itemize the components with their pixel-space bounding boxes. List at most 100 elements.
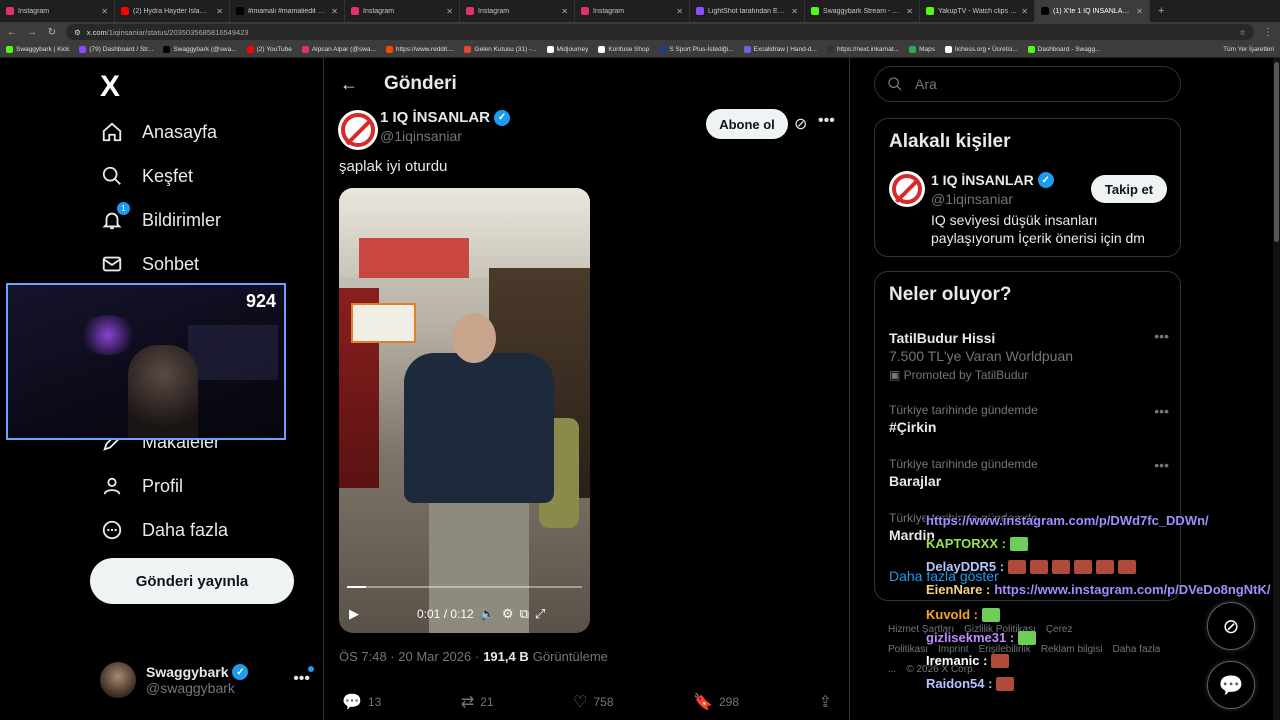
chat-username[interactable]: Iremanic :	[926, 653, 987, 668]
browser-tab[interactable]: (1) X'te 1 IQ İNSANLAR: "şaplak" ✕	[1035, 0, 1150, 22]
browser-tab[interactable]: YakupTV - Watch clips on Kick✕	[920, 0, 1035, 22]
bookmark-item[interactable]: https://www.reddit....	[385, 46, 454, 53]
tab-close-icon[interactable]: ✕	[561, 7, 568, 16]
post-timestamp[interactable]: ÖS 7:48 · 20 Mar 2026 ·	[339, 649, 479, 664]
browser-tab[interactable]: #imamali #mamaliedit #wisdom✕	[230, 0, 345, 22]
back-icon[interactable]: ←	[6, 27, 18, 38]
bookmark-item[interactable]: Alpcan Alpar (@swa...	[301, 46, 376, 53]
bookmark-item[interactable]: Swaggybark (@swa...	[163, 46, 237, 53]
browser-tab[interactable]: Instagram ✕	[0, 0, 115, 22]
trend-item[interactable]: Türkiye tarihinde gündemde #Çirkin •••	[889, 403, 1169, 435]
volume-icon[interactable]: 🔈	[480, 606, 496, 622]
all-bookmarks[interactable]: Tüm Yer İşaretleri	[1223, 46, 1274, 53]
bookmark-item[interactable]: Gelen Kutusu (31) -...	[464, 46, 537, 53]
nav-messages[interactable]: Sohbet	[100, 252, 199, 276]
like-button[interactable]: ♡ 758	[573, 692, 613, 712]
post-author-name[interactable]: 1 IQ İNSANLAR	[380, 109, 490, 126]
related-name[interactable]: 1 IQ İNSANLAR	[931, 172, 1034, 188]
tab-close-icon[interactable]: ✕	[791, 7, 798, 16]
bookmark-star-icon[interactable]: ☆	[1239, 28, 1246, 37]
account-switcher[interactable]: Swaggybark ✓ @swaggybark •••	[100, 662, 320, 698]
chat-link[interactable]: https://www.instagram.com/p/DWd7fc_DDWn/	[926, 513, 1209, 528]
post-author-avatar[interactable]	[338, 110, 378, 150]
chat-username[interactable]: Raidon54 :	[926, 676, 992, 691]
scrollbar-thumb[interactable]	[1274, 62, 1279, 242]
settings-icon[interactable]: ⚙	[502, 606, 514, 622]
messages-fab[interactable]: 💬	[1207, 661, 1255, 709]
browser-tab[interactable]: Swaggybark Stream - Watch Live✕	[805, 0, 920, 22]
tab-close-icon[interactable]: ✕	[906, 7, 913, 16]
nav-profile[interactable]: Profil	[100, 474, 183, 498]
play-icon[interactable]: ▶	[349, 606, 359, 622]
bookmark-item[interactable]: Maps	[909, 46, 935, 53]
tab-close-icon[interactable]: ✕	[1136, 7, 1143, 16]
tab-close-icon[interactable]: ✕	[676, 7, 683, 16]
tab-close-icon[interactable]: ✕	[446, 7, 453, 16]
post-more-icon[interactable]: •••	[818, 112, 835, 130]
video-player[interactable]: ▶ 0:01 / 0:12 🔈 ⚙ ⧉ ⤢	[339, 188, 590, 633]
subscribe-button[interactable]: Abone ol	[706, 109, 788, 139]
bookmark-item[interactable]: Konfuse Shop	[598, 46, 649, 53]
video-progress-bar[interactable]	[347, 586, 582, 588]
nav-home[interactable]: Anasayfa	[100, 120, 217, 144]
chat-username[interactable]: Kuvold :	[926, 607, 978, 622]
chat-link[interactable]: https://www.instagram.com/p/DVeDo8ngNtK/	[994, 582, 1270, 597]
nav-explore[interactable]: Keşfet	[100, 164, 193, 188]
chat-username[interactable]: KAPTORXX :	[926, 536, 1006, 551]
bookmark-item[interactable]: Swaggybark | Kick	[6, 46, 69, 53]
reply-button[interactable]: 💬 13	[342, 692, 381, 712]
tab-close-icon[interactable]: ✕	[101, 7, 108, 16]
chat-username[interactable]: DelayDDR5 :	[926, 559, 1004, 574]
share-button[interactable]: ⇪	[819, 692, 832, 712]
browser-tab[interactable]: (2) Hydra Hayder Islamic Cartoon ✕	[115, 0, 230, 22]
repost-button[interactable]: ⇄ 21	[461, 692, 494, 712]
account-more-icon[interactable]: •••	[293, 670, 310, 688]
reload-icon[interactable]: ↻	[46, 27, 58, 38]
browser-tab[interactable]: LightShot tarafından Ekran Görüntüsü✕	[690, 0, 805, 22]
x-logo[interactable]: X	[100, 70, 120, 104]
related-avatar[interactable]	[889, 171, 925, 207]
emote-icon	[1008, 559, 1027, 574]
chat-username[interactable]: EienNare :	[926, 582, 990, 597]
back-arrow-icon[interactable]: ←	[340, 74, 358, 95]
nav-more[interactable]: Daha fazla	[100, 518, 228, 542]
bookmark-item[interactable]: Excalidraw | Hand-d...	[743, 46, 817, 53]
pip-icon[interactable]: ⧉	[520, 606, 529, 622]
bookmark-item[interactable]: https://next.inkarnat...	[826, 46, 899, 53]
bookmark-item[interactable]: Dashboard - Swagg...	[1027, 46, 1101, 53]
trend-item[interactable]: Türkiye tarihinde gündemde Barajlar •••	[889, 457, 1169, 489]
tab-title: Instagram	[478, 7, 510, 15]
browser-tab[interactable]: Instagram ✕	[575, 0, 690, 22]
site-info-icon[interactable]: ⚙	[74, 28, 81, 37]
bookmark-item[interactable]: lichess.org • Ücretsi...	[945, 46, 1018, 53]
browser-tab[interactable]: Instagram ✕	[460, 0, 575, 22]
trend-more-icon[interactable]: •••	[1154, 403, 1169, 419]
trend-item[interactable]: TatilBudur Hissi 7.500 TL'ye Varan World…	[889, 328, 1169, 382]
bookmark-item[interactable]: (79) Dashboard / Str...	[79, 46, 153, 53]
new-tab-icon[interactable]: +	[1150, 5, 1172, 17]
bookmark-item[interactable]: (2) YouTube	[246, 46, 292, 53]
fullscreen-icon[interactable]: ⤢	[535, 606, 545, 622]
bookmark-item[interactable]: S Sport Plus-İstediği...	[659, 46, 734, 53]
nav-notifications[interactable]: 1 Bildirimler	[100, 202, 221, 232]
bookmark-button[interactable]: 🔖 298	[693, 692, 739, 712]
forward-icon[interactable]: →	[26, 27, 38, 38]
post-button[interactable]: Gönderi yayınla	[90, 558, 294, 604]
chat-username[interactable]: gizlisekme31 :	[926, 630, 1014, 645]
trend-more-icon[interactable]: •••	[1154, 457, 1169, 473]
extensions-icon[interactable]: ⋮	[1262, 27, 1274, 38]
grok-fab[interactable]: ⊘	[1207, 602, 1255, 650]
browser-tab[interactable]: Instagram ✕	[345, 0, 460, 22]
follow-button[interactable]: Takip et	[1091, 175, 1167, 203]
bookmark-favicon-icon	[385, 46, 393, 53]
video-progress-fill	[347, 586, 366, 588]
bookmark-item[interactable]: Midjourney	[546, 46, 588, 53]
grok-icon[interactable]: ⊘	[794, 114, 807, 134]
tab-close-icon[interactable]: ✕	[331, 7, 338, 16]
address-bar[interactable]: ⚙ x.com/1iqinsaniar/status/2035035685816…	[66, 24, 1254, 40]
search-input[interactable]: Ara	[874, 66, 1181, 102]
post-author-handle[interactable]: @1iqinsaniar	[380, 128, 462, 144]
tab-close-icon[interactable]: ✕	[1021, 7, 1028, 16]
tab-close-icon[interactable]: ✕	[216, 7, 223, 16]
trend-more-icon[interactable]: •••	[1154, 328, 1169, 344]
